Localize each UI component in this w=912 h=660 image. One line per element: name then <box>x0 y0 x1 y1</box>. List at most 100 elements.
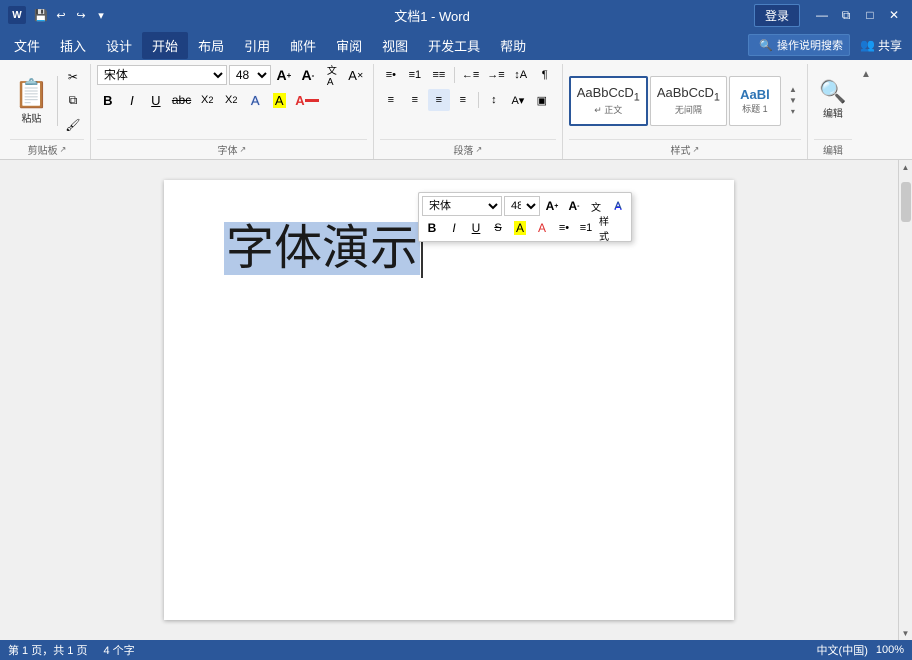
format-painter-button[interactable]: 🖌 <box>62 114 84 136</box>
strikethrough-button[interactable]: abc <box>169 89 194 111</box>
ribbon-collapse[interactable]: ▲ <box>858 64 874 159</box>
sort-btn[interactable]: ↕A <box>510 64 532 86</box>
cut-button[interactable]: ✂ <box>62 66 84 88</box>
mini-styles-btn[interactable]: 样式 <box>598 218 618 238</box>
clear-format-btn[interactable]: A✕ <box>345 64 367 86</box>
borders-btn[interactable]: ▣ <box>531 89 553 111</box>
mini-size-select[interactable]: 48 <box>504 196 540 216</box>
style-no-spacing-preview: AaBbCcD1 <box>657 85 720 104</box>
bold-button[interactable]: B <box>97 89 119 111</box>
minimize-button[interactable]: — <box>812 6 832 24</box>
superscript-button[interactable]: X2 <box>220 89 242 111</box>
share-icon: 👥 <box>860 38 875 52</box>
menu-file[interactable]: 文件 <box>4 32 50 59</box>
redo-quick-btn[interactable]: ↪ <box>72 6 90 24</box>
undo-quick-btn[interactable]: ↩ <box>52 6 70 24</box>
vertical-scrollbar[interactable]: ▲ ▼ <box>898 160 912 640</box>
style-scroll-up[interactable]: ▲ <box>785 85 801 95</box>
style-h1[interactable]: AaBl 标题 1 <box>729 76 781 126</box>
para-row-1: ≡• ≡1 ≡≡ ←≡ →≡ ↕A ¶ <box>380 64 556 86</box>
edit-button[interactable]: 🔍 编辑 <box>815 73 850 129</box>
styles-expand-icon[interactable]: ↗ <box>692 145 699 154</box>
customize-quick-btn[interactable]: ▾ <box>92 6 110 24</box>
mini-decrease-font-btn[interactable]: A- <box>564 196 584 216</box>
line-spacing-btn[interactable]: ↕ <box>483 89 505 111</box>
word-count: 4 个字 <box>103 642 134 658</box>
bullets-btn[interactable]: ≡• <box>380 64 402 86</box>
justify-btn[interactable]: ≡ <box>452 89 474 111</box>
save-quick-btn[interactable]: 💾 <box>32 6 50 24</box>
restore-button[interactable]: ⧉ <box>836 6 856 24</box>
menu-review[interactable]: 审阅 <box>326 32 372 59</box>
clipboard-expand-icon[interactable]: ↗ <box>60 145 67 154</box>
paragraph-content: ≡• ≡1 ≡≡ ←≡ →≡ ↕A ¶ ≡ ≡ ≡ ≡ ↕ A▾ <box>380 64 556 137</box>
ribbon-toolbar: 📋 粘贴 ✂ ⧉ 🖌 剪贴板 ↗ <box>0 60 912 159</box>
menu-developer[interactable]: 开发工具 <box>418 32 490 59</box>
align-center-btn[interactable]: ≡ <box>404 89 426 111</box>
menu-layout[interactable]: 布局 <box>188 32 234 59</box>
shading-btn[interactable]: A▾ <box>507 89 529 111</box>
mini-font-select[interactable]: 宋体 <box>422 196 502 216</box>
font-size-select[interactable]: 48 <box>229 65 271 85</box>
menu-help[interactable]: 帮助 <box>490 32 536 59</box>
underline-button[interactable]: U <box>145 89 167 111</box>
align-right-btn[interactable]: ≡ <box>428 89 450 111</box>
copy-button[interactable]: ⧉ <box>62 90 84 112</box>
login-button[interactable]: 登录 <box>754 4 800 27</box>
paste-button[interactable]: 📋 粘贴 <box>10 73 53 129</box>
style-no-spacing[interactable]: AaBbCcD1 无间隔 <box>650 76 727 126</box>
subscript-button[interactable]: X2 <box>196 89 218 111</box>
text-effect-btn[interactable]: A <box>244 89 266 111</box>
numbering-btn[interactable]: ≡1 <box>404 64 426 86</box>
increase-indent-btn[interactable]: →≡ <box>484 64 507 86</box>
menu-view[interactable]: 视图 <box>372 32 418 59</box>
change-case-btn[interactable]: 文A <box>321 64 343 86</box>
mini-strikethrough-btn[interactable]: S <box>488 218 508 238</box>
edit-group-label: 编辑 <box>814 139 852 159</box>
menu-references[interactable]: 引用 <box>234 32 280 59</box>
mini-font-color-btn[interactable]: A <box>532 218 552 238</box>
search-box[interactable]: 🔍 操作说明搜索 <box>748 34 850 56</box>
style-scroll-down[interactable]: ▼ <box>785 96 801 106</box>
italic-button[interactable]: I <box>121 89 143 111</box>
decrease-font-btn[interactable]: A- <box>297 64 319 86</box>
menu-home[interactable]: 开始 <box>142 32 188 59</box>
close-button[interactable]: ✕ <box>884 6 904 24</box>
scroll-up-arrow[interactable]: ▲ <box>899 160 912 174</box>
menu-design[interactable]: 设计 <box>96 32 142 59</box>
style-normal[interactable]: AaBbCcD1 ↵ 正文 <box>569 76 648 126</box>
share-label: 共享 <box>878 37 902 54</box>
text-area[interactable]: 字体演示 <box>224 220 420 278</box>
mini-highlight-btn[interactable]: A <box>510 218 530 238</box>
paragraph-expand-icon[interactable]: ↗ <box>475 145 482 154</box>
font-row-2: B I U abc X2 X2 A A A <box>97 89 322 111</box>
ribbon-group-paragraph: ≡• ≡1 ≡≡ ←≡ →≡ ↕A ¶ ≡ ≡ ≡ ≡ ↕ A▾ <box>374 64 563 159</box>
decrease-indent-btn[interactable]: ←≡ <box>459 64 482 86</box>
align-left-btn[interactable]: ≡ <box>380 89 402 111</box>
highlight-btn[interactable]: A <box>268 89 290 111</box>
mini-increase-font-btn[interactable]: A+ <box>542 196 562 216</box>
doc-title: 文档1 - Word <box>394 9 470 24</box>
font-expand-icon[interactable]: ↗ <box>240 145 247 154</box>
maximize-button[interactable]: □ <box>860 6 880 24</box>
mini-bullets-btn[interactable]: ≡• <box>554 218 574 238</box>
menu-mailing[interactable]: 邮件 <box>280 32 326 59</box>
increase-font-btn[interactable]: A+ <box>273 64 295 86</box>
main-area: 字体演示 宋体 48 A+ A- 文 A B I U S A <box>0 160 912 640</box>
share-button[interactable]: 👥 共享 <box>854 35 908 56</box>
mini-underline-btn[interactable]: U <box>466 218 486 238</box>
menu-insert[interactable]: 插入 <box>50 32 96 59</box>
font-family-select[interactable]: 宋体 <box>97 65 227 85</box>
scroll-thumb[interactable] <box>901 182 911 222</box>
mini-numbering-btn[interactable]: ≡1 <box>576 218 596 238</box>
scroll-track[interactable] <box>899 174 912 626</box>
language-label: 中文(中国) <box>817 642 868 658</box>
mini-bold-btn[interactable]: B <box>422 218 442 238</box>
mini-italic-btn[interactable]: I <box>444 218 464 238</box>
scroll-down-arrow[interactable]: ▼ <box>899 626 912 640</box>
zoom-level: 100% <box>876 644 904 656</box>
show-marks-btn[interactable]: ¶ <box>534 64 556 86</box>
font-color-btn[interactable]: A <box>292 89 321 111</box>
style-more[interactable]: ▾ <box>785 107 801 117</box>
multilevel-btn[interactable]: ≡≡ <box>428 64 450 86</box>
